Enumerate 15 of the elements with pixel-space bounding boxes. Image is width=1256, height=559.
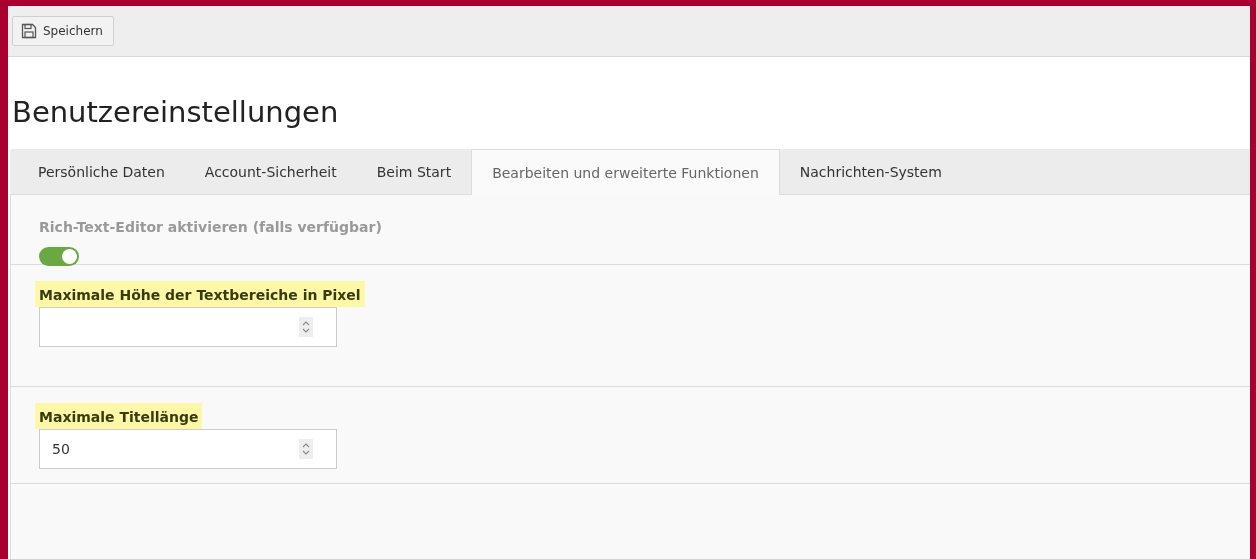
- field-label: Maximale Titellänge: [35, 403, 203, 429]
- field-label: Rich-Text-Editor aktivieren (falls verfügbar): [38, 218, 383, 237]
- tab[interactable]: Account-Sicherheit: [184, 149, 357, 194]
- page-title: Benutzereinstellungen: [11, 94, 340, 131]
- tab[interactable]: Nachrichten-System: [779, 149, 962, 194]
- save-icon: [21, 23, 37, 39]
- field-label: Maximale Höhe der Textbereiche in Pixel: [35, 281, 365, 307]
- save-button[interactable]: Speichern: [12, 16, 114, 46]
- tab[interactable]: Bearbeiten und erweiterte Funktionen: [471, 149, 780, 195]
- number-input[interactable]: [39, 307, 337, 347]
- tab[interactable]: Beim Start: [356, 149, 472, 194]
- tab[interactable]: Persönliche Daten: [10, 149, 185, 194]
- spinner-icon[interactable]: [299, 317, 313, 337]
- spinner-icon[interactable]: [299, 439, 313, 459]
- number-input[interactable]: 50: [39, 429, 337, 469]
